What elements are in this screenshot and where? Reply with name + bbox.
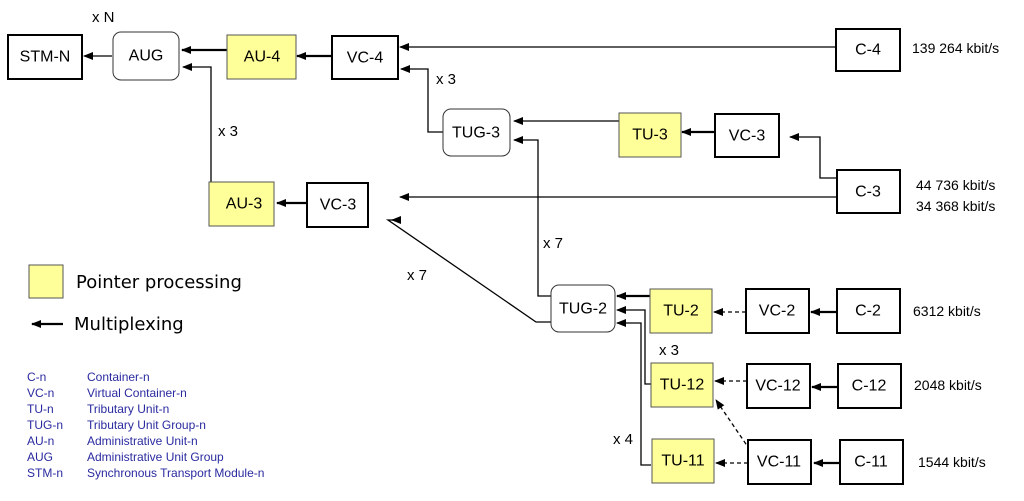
rate-c3-a: 44 736 kbit/s <box>916 177 995 193</box>
node-label: VC-3 <box>729 128 766 145</box>
sdh-multiplexing-diagram: STM-N AUG AU-4 VC-4 C-4 TUG-3 TU-3 VC-3 … <box>7 9 999 485</box>
node-vc11: VC-11 <box>747 439 812 485</box>
node-tu11: TU-11 <box>651 438 715 484</box>
arrow-vc11-to-tu12 <box>715 399 751 451</box>
node-vc4: VC-4 <box>331 35 399 80</box>
node-label: C-4 <box>855 42 881 59</box>
rate-c11: 1544 kbit/s <box>918 454 986 470</box>
abbr-meaning: Administrative Unit-n <box>87 434 198 448</box>
node-label: TUG-3 <box>452 125 500 142</box>
abbr-term: TUG-n <box>27 418 63 432</box>
rate-c2: 6312 kbit/s <box>913 303 981 319</box>
node-au4: AU-4 <box>226 34 297 80</box>
node-label: TU-2 <box>663 303 699 320</box>
node-au3: AU-3 <box>208 181 275 227</box>
abbreviation-list: C-n Container-n VC-n Virtual Container-n… <box>27 370 264 480</box>
node-label: AU-3 <box>226 196 263 213</box>
node-label: TU-3 <box>632 127 668 144</box>
multiplier-x7-vc3: x 7 <box>407 267 427 284</box>
multiplier-x3-tug3: x 3 <box>436 71 456 88</box>
node-label: C-11 <box>854 454 888 471</box>
node-tu2: TU-2 <box>649 288 713 334</box>
node-label: TU-11 <box>661 453 704 470</box>
node-vc12: VC-12 <box>746 363 811 409</box>
abbr-term: AUG <box>27 450 53 464</box>
pointer-processing-swatch <box>28 264 64 299</box>
legend-pointer-processing: Pointer processing <box>76 272 242 293</box>
abbr-meaning: Synchronous Transport Module-n <box>87 466 264 480</box>
node-label: STM-N <box>20 49 71 66</box>
multiplier-x3-tu12: x 3 <box>659 342 679 359</box>
node-tug2: TUG-2 <box>550 284 616 333</box>
node-vc3-mid: VC-3 <box>306 182 369 228</box>
node-c11: C-11 <box>839 439 904 485</box>
node-label: C-2 <box>855 303 881 320</box>
node-aug: AUG <box>112 31 180 81</box>
node-label: C-3 <box>855 184 881 201</box>
legend-multiplexing: Multiplexing <box>74 314 184 335</box>
abbr-term: VC-n <box>27 386 54 400</box>
node-c12: C-12 <box>837 363 902 409</box>
node-label: VC-12 <box>755 378 800 395</box>
node-label: VC-2 <box>759 303 796 320</box>
abbr-meaning: Tributary Unit-n <box>87 402 169 416</box>
node-tu3: TU-3 <box>618 112 682 158</box>
node-stm-n: STM-N <box>7 34 83 80</box>
node-label: VC-3 <box>320 197 357 214</box>
rate-c4: 139 264 kbit/s <box>912 40 999 56</box>
node-vc3-top: VC-3 <box>714 113 780 158</box>
abbr-meaning: Administrative Unit Group <box>87 450 224 464</box>
node-c3: C-3 <box>836 169 901 214</box>
node-label: AUG <box>129 48 164 65</box>
node-tug3: TUG-3 <box>442 108 511 157</box>
node-c2: C-2 <box>836 288 901 334</box>
arrow-tug2-to-tug3 <box>513 136 552 297</box>
abbr-term: C-n <box>27 370 46 384</box>
rate-c3-b: 34 368 kbit/s <box>916 198 995 214</box>
multiplier-x4-tu11: x 4 <box>613 431 633 448</box>
node-label: VC-4 <box>347 50 384 67</box>
multiplier-xn: x N <box>92 9 115 26</box>
node-label: TU-12 <box>660 377 705 394</box>
multiplier-x3-aug: x 3 <box>218 123 238 140</box>
node-label: VC-11 <box>757 454 801 471</box>
rate-c12: 2048 kbit/s <box>914 377 982 393</box>
arrow-c3-to-vc3-top <box>789 133 836 179</box>
arrow-tu12-to-tug2 <box>616 306 651 385</box>
node-label: C-12 <box>852 378 887 395</box>
node-c4: C-4 <box>835 28 901 72</box>
node-tu12: TU-12 <box>650 362 714 408</box>
abbr-meaning: Virtual Container-n <box>87 386 187 400</box>
abbr-term: TU-n <box>27 402 54 416</box>
legend: Pointer processing Multiplexing <box>28 264 242 335</box>
node-vc2: VC-2 <box>745 288 810 334</box>
abbr-term: AU-n <box>27 434 54 448</box>
abbr-meaning: Tributary Unit Group-n <box>87 418 206 432</box>
abbr-meaning: Container-n <box>87 370 150 384</box>
abbr-term: STM-n <box>27 466 63 480</box>
node-label: TUG-2 <box>559 301 607 318</box>
node-label: AU-4 <box>244 49 281 66</box>
multiplier-x7-tug3: x 7 <box>543 235 563 252</box>
